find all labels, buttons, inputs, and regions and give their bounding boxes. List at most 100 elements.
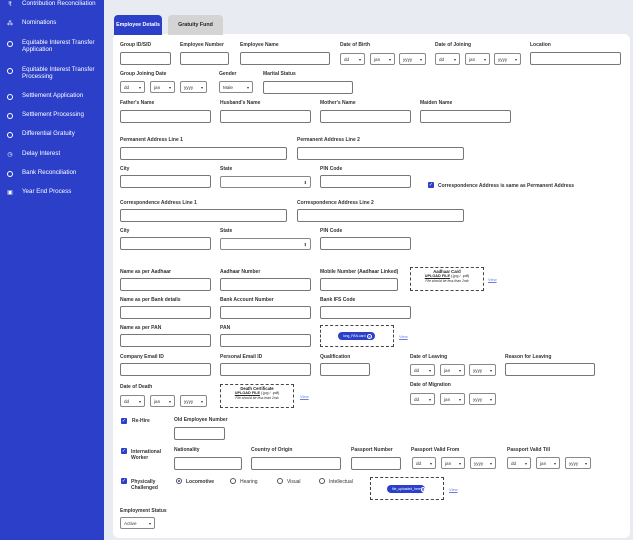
dom-year-select[interactable]: yyyy ▾ <box>469 393 496 405</box>
hearing-label: Hearing <box>240 479 258 485</box>
sidebar-item-eit-processing[interactable]: Equitable Interest Transfer Processing <box>7 66 99 81</box>
gjd-month-select[interactable]: jan ▾ <box>150 81 175 93</box>
same-address-checkbox[interactable]: ✓ <box>428 182 434 188</box>
pvf-year-select[interactable]: yyyy ▾ <box>470 457 496 469</box>
close-icon[interactable]: × <box>420 486 426 492</box>
sidebar-item-contribution-reconciliation[interactable]: ₹ Contribution Reconciliation <box>7 0 96 8</box>
chevron-down-icon: ▾ <box>246 84 249 90</box>
group-id-input[interactable] <box>120 52 171 65</box>
sidebar-item-settlement-processing[interactable]: Settlement Processing <box>7 111 84 119</box>
dod-month-select[interactable]: jan ▾ <box>150 395 175 407</box>
chevron-down-icon: ▾ <box>138 84 141 90</box>
dod-day-select[interactable]: dd ▾ <box>120 395 145 407</box>
mobile-label: Mobile Number (Aadhaar Linked) <box>320 269 399 275</box>
employee-number-input[interactable] <box>180 52 229 65</box>
doj-year-select[interactable]: yyyy ▾ <box>494 53 521 65</box>
personal-email-label: Personal Email ID <box>220 354 263 360</box>
tab-gratuity-fund[interactable]: Gratuity Fund <box>168 15 223 35</box>
group-joining-date-label: Group Joining Date <box>120 71 167 77</box>
company-email-input[interactable] <box>120 363 211 376</box>
correspondence-address-2-input[interactable] <box>297 209 464 222</box>
dob-year-select[interactable]: yyyy ▾ <box>399 53 426 65</box>
dob-month-select[interactable]: jan ▾ <box>370 53 395 65</box>
dob-day-select[interactable]: dd ▾ <box>340 53 365 65</box>
pan-name-input[interactable] <box>120 334 211 347</box>
employment-status-select[interactable]: Active ▾ <box>120 517 155 529</box>
husband-name-input[interactable] <box>220 110 311 123</box>
gjd-year-select[interactable]: yyyy ▾ <box>180 81 207 93</box>
old-employee-number-input[interactable] <box>174 427 225 440</box>
gender-select[interactable]: Male ▾ <box>219 81 253 93</box>
marital-status-input[interactable] <box>263 81 353 94</box>
city2-input[interactable] <box>120 237 211 250</box>
ifsc-input[interactable] <box>320 306 411 319</box>
father-name-input[interactable] <box>120 110 211 123</box>
bank-account-input[interactable] <box>220 306 311 319</box>
sidebar-item-settlement-application[interactable]: Settlement Application <box>7 92 83 100</box>
reason-leaving-input[interactable] <box>505 363 595 376</box>
dol-year-select[interactable]: yyyy ▾ <box>469 364 496 376</box>
personal-email-input[interactable] <box>220 363 311 376</box>
pan-view-link[interactable]: View <box>399 334 408 339</box>
qualification-label: Qualification <box>320 354 351 360</box>
pvt-day-select[interactable]: dd ▾ <box>507 457 531 469</box>
aadhaar-upload-link[interactable]: UPLOAD FILE <box>425 274 450 278</box>
radio-locomotive[interactable] <box>176 478 182 484</box>
correspondence-address-1-input[interactable] <box>120 209 287 222</box>
disability-view-link[interactable]: View <box>449 487 458 492</box>
sidebar-item-year-end-process[interactable]: ▣ Year End Process <box>7 188 71 196</box>
pin2-input[interactable] <box>320 237 411 250</box>
state-select[interactable]: ⬍ <box>220 176 311 188</box>
death-upload-link[interactable]: UPLOAD FILE <box>235 391 260 395</box>
aadhaar-number-input[interactable] <box>220 278 311 291</box>
nationality-input[interactable] <box>174 457 242 470</box>
state2-select[interactable]: ⬍ <box>220 238 311 250</box>
sidebar-item-differential-gratuity[interactable]: Differential Gratuity <box>7 130 75 138</box>
sidebar-item-bank-reconciliation[interactable]: Bank Reconciliation <box>7 169 76 177</box>
permanent-address-2-input[interactable] <box>297 147 464 160</box>
old-employee-number-label: Old Employee Number <box>174 417 228 423</box>
dom-day-select[interactable]: dd ▾ <box>410 393 435 405</box>
maiden-name-input[interactable] <box>420 110 511 123</box>
aadhaar-view-link[interactable]: View <box>488 277 497 282</box>
permanent-address-1-input[interactable] <box>120 147 287 160</box>
pvt-year-select[interactable]: yyyy ▾ <box>565 457 591 469</box>
qualification-input[interactable] <box>320 363 370 376</box>
passport-number-input[interactable] <box>351 457 401 470</box>
death-certificate-upload-box[interactable]: Death Certificate UPLOAD FILE (.jpg / .p… <box>220 384 294 408</box>
radio-visual[interactable] <box>277 478 283 484</box>
location-input[interactable] <box>530 52 621 65</box>
pin-code-input[interactable] <box>320 175 411 188</box>
sidebar-item-eit-application[interactable]: Equitable Interest Transfer Application <box>7 39 99 54</box>
aadhaar-name-input[interactable] <box>120 278 211 291</box>
dom-month-select[interactable]: jan ▾ <box>440 393 465 405</box>
sidebar-item-delay-interest[interactable]: ◷ Delay Interest <box>7 150 60 158</box>
country-of-origin-input[interactable] <box>251 457 341 470</box>
pvf-month-select[interactable]: jan ▾ <box>441 457 465 469</box>
pan-input[interactable] <box>220 334 311 347</box>
bank-name-input[interactable] <box>120 306 211 319</box>
dod-year-select[interactable]: yyyy ▾ <box>180 395 207 407</box>
pvt-month-select[interactable]: jan ▾ <box>536 457 560 469</box>
physically-challenged-checkbox[interactable]: ✓ <box>121 478 127 484</box>
mother-name-input[interactable] <box>320 110 411 123</box>
dol-day-select[interactable]: dd ▾ <box>410 364 435 376</box>
doj-day-select[interactable]: dd ▾ <box>435 53 460 65</box>
dol-month-select[interactable]: jan ▾ <box>440 364 465 376</box>
tab-employee-details[interactable]: Employee Details <box>114 15 162 35</box>
mobile-input[interactable] <box>320 278 398 291</box>
city-input[interactable] <box>120 175 211 188</box>
international-worker-checkbox[interactable]: ✓ <box>121 448 127 454</box>
rehire-checkbox[interactable]: ✓ <box>121 418 127 424</box>
death-view-link[interactable]: View <box>300 394 309 399</box>
radio-hearing[interactable] <box>230 478 236 484</box>
employee-name-input[interactable] <box>240 52 330 65</box>
radio-intellectual[interactable] <box>319 478 325 484</box>
pvf-day-select[interactable]: dd ▾ <box>412 457 436 469</box>
gjd-day-select[interactable]: dd ▾ <box>120 81 145 93</box>
close-icon[interactable]: × <box>367 333 372 339</box>
employee-number-label: Employee Number <box>180 42 224 48</box>
doj-month-select[interactable]: jan ▾ <box>465 53 490 65</box>
aadhaar-upload-box[interactable]: Aadhaar Card UPLOAD FILE (.jpg / .pdf) F… <box>410 267 484 291</box>
sidebar-item-nominations[interactable]: ⁂ Nominations <box>7 19 56 27</box>
